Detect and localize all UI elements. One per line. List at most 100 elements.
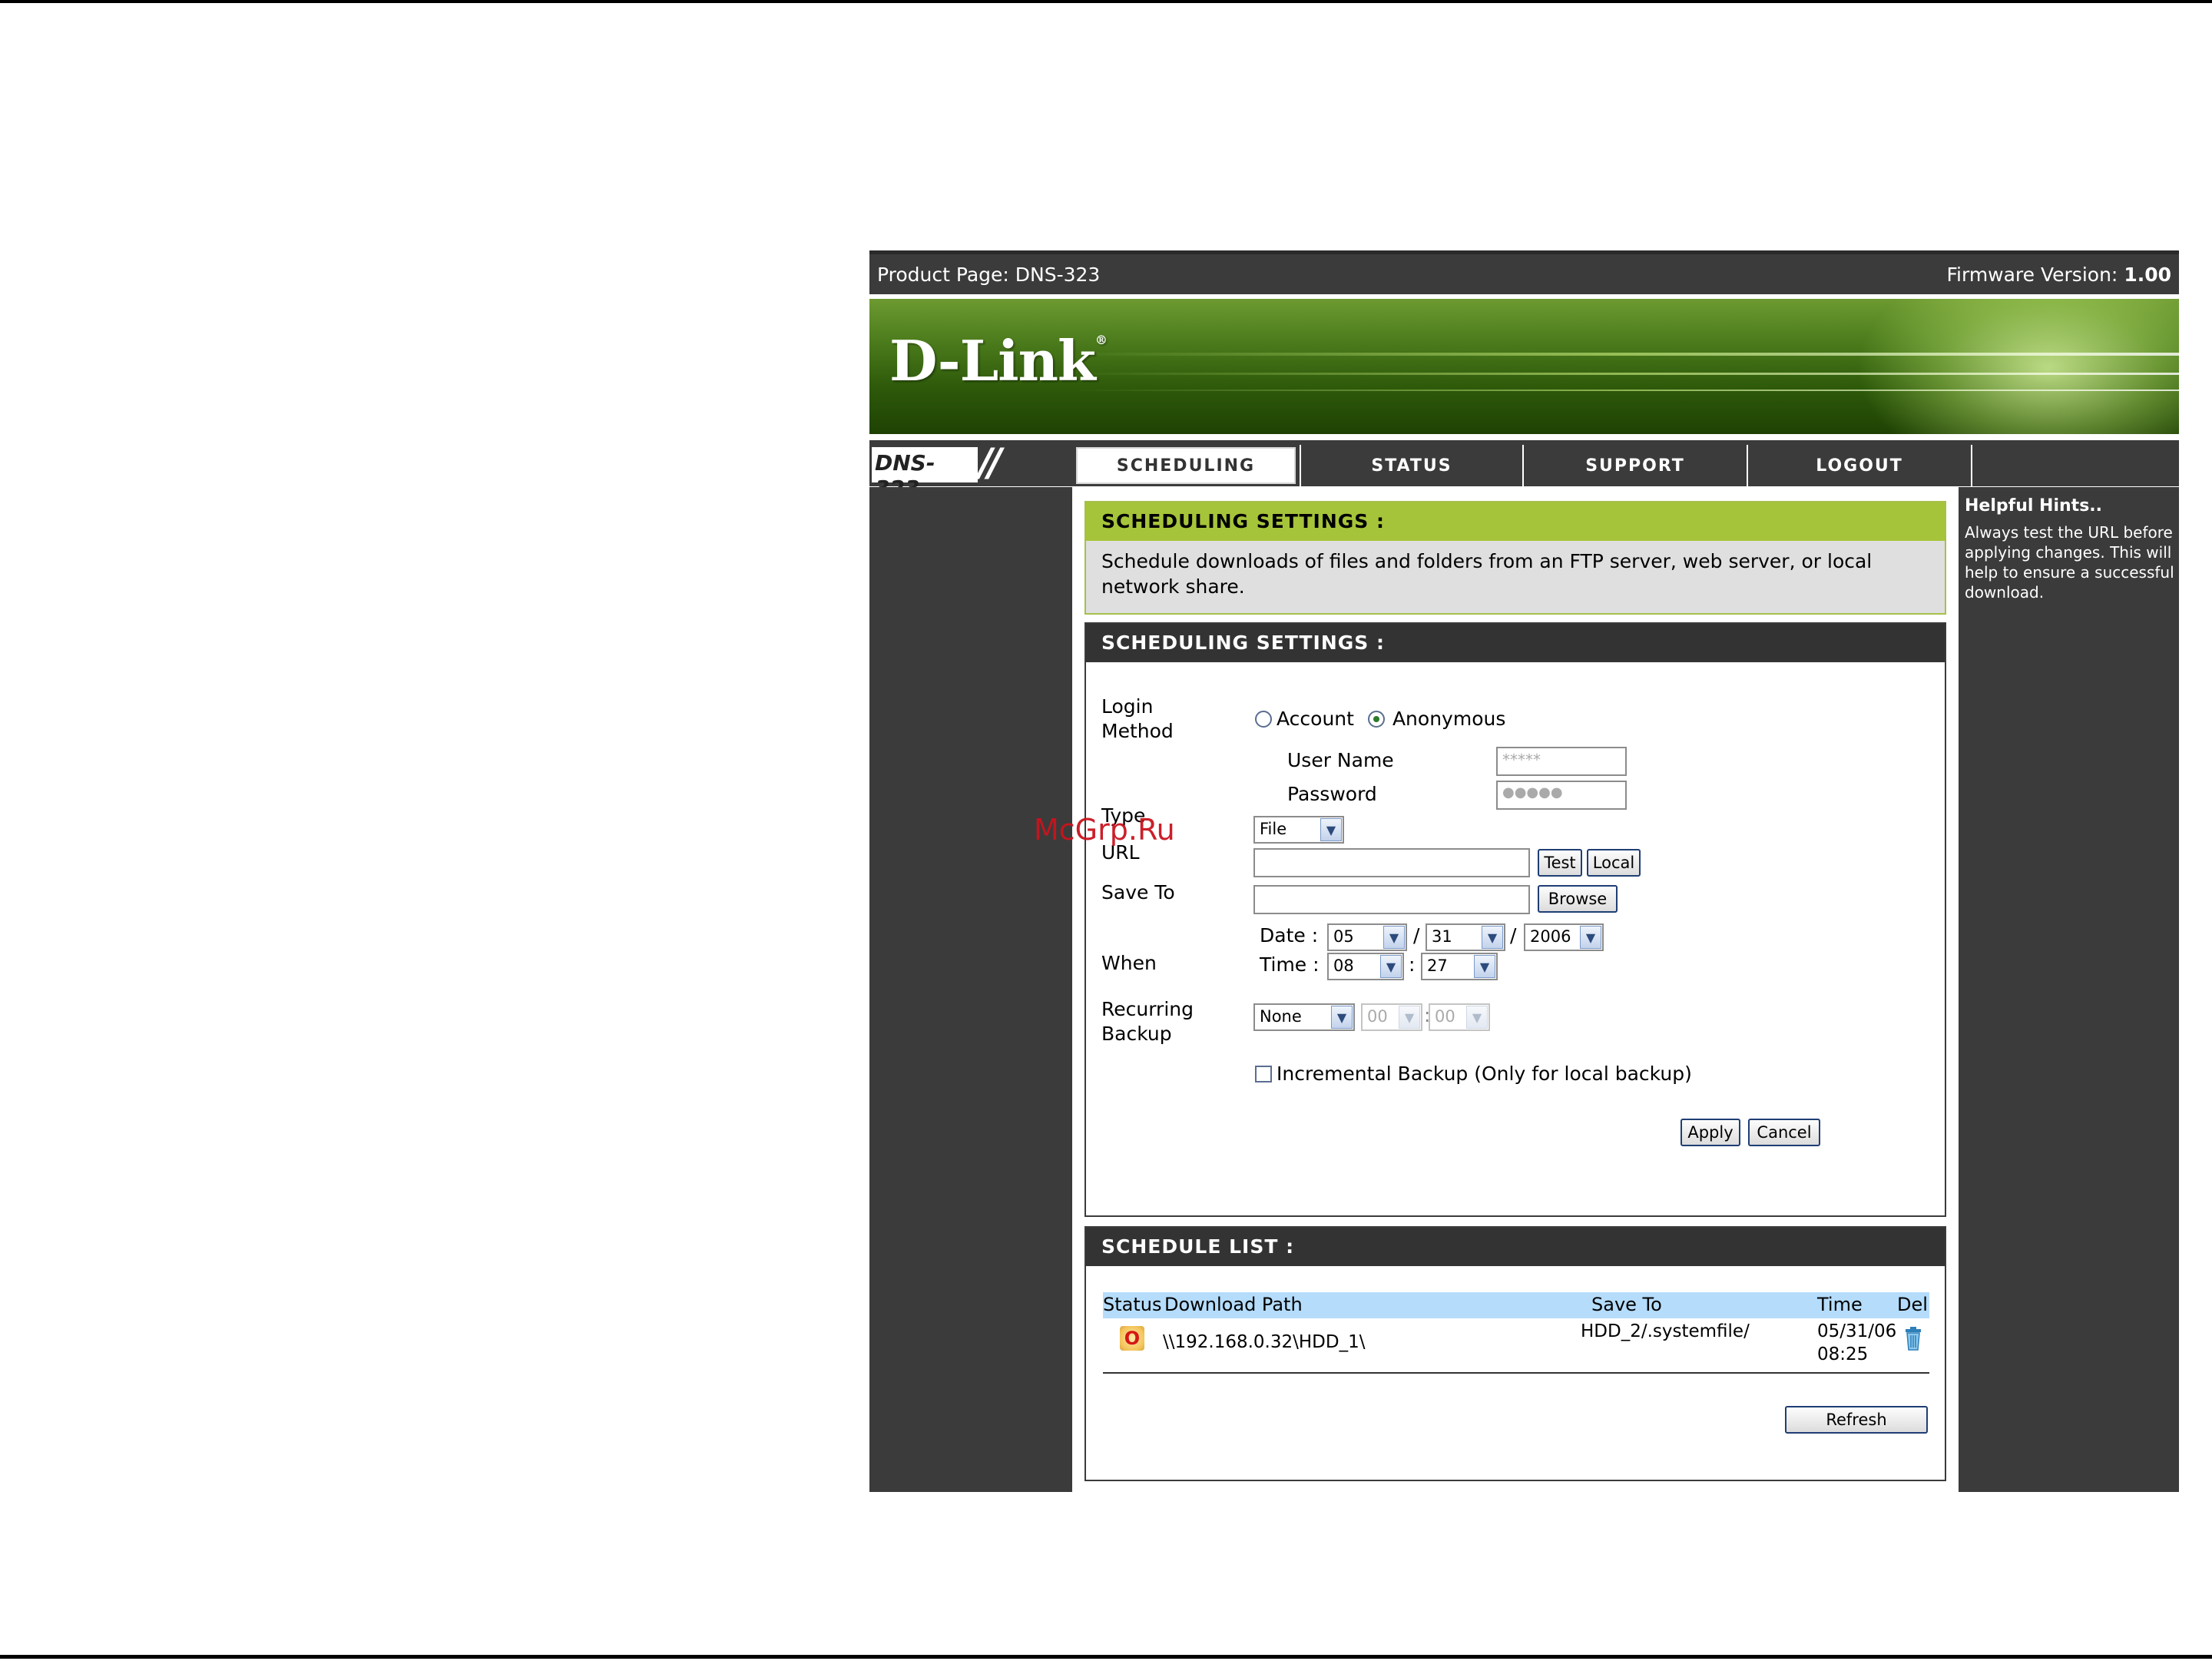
registered-mark: ®	[1094, 333, 1108, 347]
model-badge: DNS-323	[872, 447, 978, 501]
time-hour-select[interactable]: 08 ▼	[1327, 953, 1404, 980]
recurring-backup-label-line2: Backup	[1101, 1023, 1172, 1045]
schedule-list-panel: SCHEDULE LIST : Status Download Path Sav…	[1084, 1226, 1946, 1481]
column-download-path: Download Path	[1164, 1294, 1303, 1315]
recurring-select[interactable]: None ▼	[1253, 1003, 1355, 1031]
banner-stripe	[1069, 353, 2179, 356]
column-time: Time	[1817, 1294, 1863, 1315]
url-input[interactable]	[1253, 848, 1530, 877]
model-slash-decoration: //	[979, 440, 1002, 485]
recurring-hour-select: 00 ▼	[1361, 1003, 1422, 1031]
hints-text: Always test the URL before applying chan…	[1965, 523, 2174, 602]
time-hour-value: 08	[1333, 956, 1354, 975]
time-label: Time :	[1260, 953, 1320, 976]
date-year-select[interactable]: 2006 ▼	[1524, 923, 1604, 951]
firmware-label: Firmware Version:	[1946, 264, 2118, 286]
dlink-logo: D-Link®	[889, 328, 1108, 393]
password-field[interactable]: ●●●●●	[1496, 781, 1627, 810]
apply-button[interactable]: Apply	[1681, 1119, 1740, 1146]
firmware-version-number: 1.00	[2124, 264, 2171, 286]
date-day-select[interactable]: 31 ▼	[1426, 923, 1505, 951]
time-minute-value: 27	[1427, 956, 1448, 975]
intro-section: SCHEDULING SETTINGS : Schedule downloads…	[1084, 501, 1946, 615]
incremental-backup-option: Incremental Backup (Only for local backu…	[1255, 1062, 1692, 1086]
intro-section-description: Schedule downloads of files and folders …	[1101, 550, 1873, 598]
firmware-version: Firmware Version: 1.00	[1946, 264, 2171, 286]
cancel-button[interactable]: Cancel	[1748, 1119, 1820, 1146]
date-day-value: 31	[1432, 927, 1452, 946]
local-button[interactable]: Local	[1587, 849, 1641, 877]
time-minute-select[interactable]: 27 ▼	[1421, 953, 1498, 980]
date-separator: /	[1413, 924, 1420, 947]
date-separator: /	[1510, 924, 1517, 947]
schedule-list-header: Status Download Path Save To Time Del	[1103, 1292, 1929, 1318]
recurring-backup-label: Recurring Backup	[1101, 997, 1194, 1046]
chevron-down-icon: ▼	[1466, 1006, 1488, 1029]
chevron-down-icon: ▼	[1380, 955, 1402, 978]
recurring-select-value: None	[1260, 1007, 1302, 1026]
hints-title: Helpful Hints..	[1965, 496, 2102, 516]
nas-admin-window: Product Page: DNS-323 Firmware Version: …	[869, 250, 2179, 1492]
test-button[interactable]: Test	[1538, 849, 1582, 877]
tab-empty	[1971, 445, 2179, 486]
tab-status[interactable]: STATUS	[1300, 445, 1522, 486]
tab-logout[interactable]: LOGOUT	[1747, 445, 1971, 486]
recurring-hour-value: 00	[1367, 1007, 1388, 1026]
time-separator: :	[1409, 953, 1416, 976]
save-to-label: Save To	[1101, 881, 1175, 903]
banner-stripe	[1069, 390, 2179, 391]
chevron-down-icon: ▼	[1383, 926, 1405, 949]
status-running-icon: O	[1120, 1326, 1144, 1351]
tab-scheduling[interactable]: SCHEDULING	[1074, 445, 1298, 486]
column-save-to: Save To	[1591, 1294, 1662, 1315]
incremental-backup-label: Incremental Backup (Only for local backu…	[1277, 1063, 1692, 1085]
username-label: User Name	[1287, 749, 1394, 771]
banner-glow	[1856, 299, 2179, 434]
save-to-input[interactable]	[1253, 885, 1530, 914]
watermark: McGrp.Ru	[1034, 813, 1175, 847]
page-bottom-rule	[0, 1655, 2212, 1659]
type-select[interactable]: File ▼	[1253, 816, 1344, 844]
tab-support[interactable]: SUPPORT	[1522, 445, 1747, 486]
scheduling-settings-title: SCHEDULING SETTINGS :	[1086, 624, 1945, 662]
username-field[interactable]: *****	[1496, 747, 1627, 776]
radio-account[interactable]	[1255, 711, 1272, 728]
date-label: Date :	[1260, 924, 1319, 947]
brand-banner: D-Link®	[869, 299, 2179, 434]
chevron-down-icon: ▼	[1399, 1006, 1420, 1029]
column-del: Del	[1897, 1294, 1928, 1315]
radio-anonymous-label: Anonymous	[1392, 708, 1506, 730]
browse-button[interactable]: Browse	[1538, 885, 1618, 913]
date-month-select[interactable]: 05 ▼	[1327, 923, 1407, 951]
when-label: When	[1101, 952, 1157, 974]
login-method-label-line1: Login	[1101, 695, 1154, 718]
date-month-value: 05	[1333, 927, 1354, 946]
row-time-date: 05/31/06	[1817, 1321, 1897, 1341]
row-download-path: \\192.168.0.32\HDD_1\	[1163, 1332, 1366, 1352]
left-sidebar	[869, 487, 1072, 1492]
scheduling-settings-panel: SCHEDULING SETTINGS : Login Method Accou…	[1084, 622, 1946, 1217]
recurring-minute-value: 00	[1435, 1007, 1455, 1026]
login-method-options: Account Anonymous	[1255, 707, 1505, 731]
trash-icon[interactable]	[1903, 1326, 1923, 1351]
dlink-logo-text: D-Link	[889, 328, 1096, 393]
row-save-to: HDD_2/.systemfile/	[1581, 1321, 1750, 1341]
chevron-down-icon: ▼	[1331, 1006, 1353, 1029]
date-year-value: 2006	[1530, 927, 1571, 946]
radio-account-label: Account	[1277, 708, 1354, 730]
intro-section-title: SCHEDULING SETTINGS :	[1086, 502, 1945, 541]
column-status: Status	[1103, 1294, 1162, 1315]
recurring-minute-select: 00 ▼	[1429, 1003, 1490, 1031]
banner-stripe	[1069, 373, 2179, 375]
login-method-label: Login Method	[1101, 695, 1174, 744]
chevron-down-icon: ▼	[1320, 818, 1342, 841]
refresh-button[interactable]: Refresh	[1785, 1406, 1928, 1434]
schedule-list-title: SCHEDULE LIST :	[1086, 1228, 1945, 1266]
login-method-label-line2: Method	[1101, 720, 1174, 742]
radio-anonymous[interactable]	[1367, 711, 1385, 728]
chevron-down-icon: ▼	[1482, 926, 1503, 949]
incremental-backup-checkbox[interactable]	[1255, 1066, 1272, 1082]
page-top-rule	[0, 0, 2212, 3]
password-label: Password	[1287, 783, 1377, 805]
chevron-down-icon: ▼	[1580, 926, 1601, 949]
